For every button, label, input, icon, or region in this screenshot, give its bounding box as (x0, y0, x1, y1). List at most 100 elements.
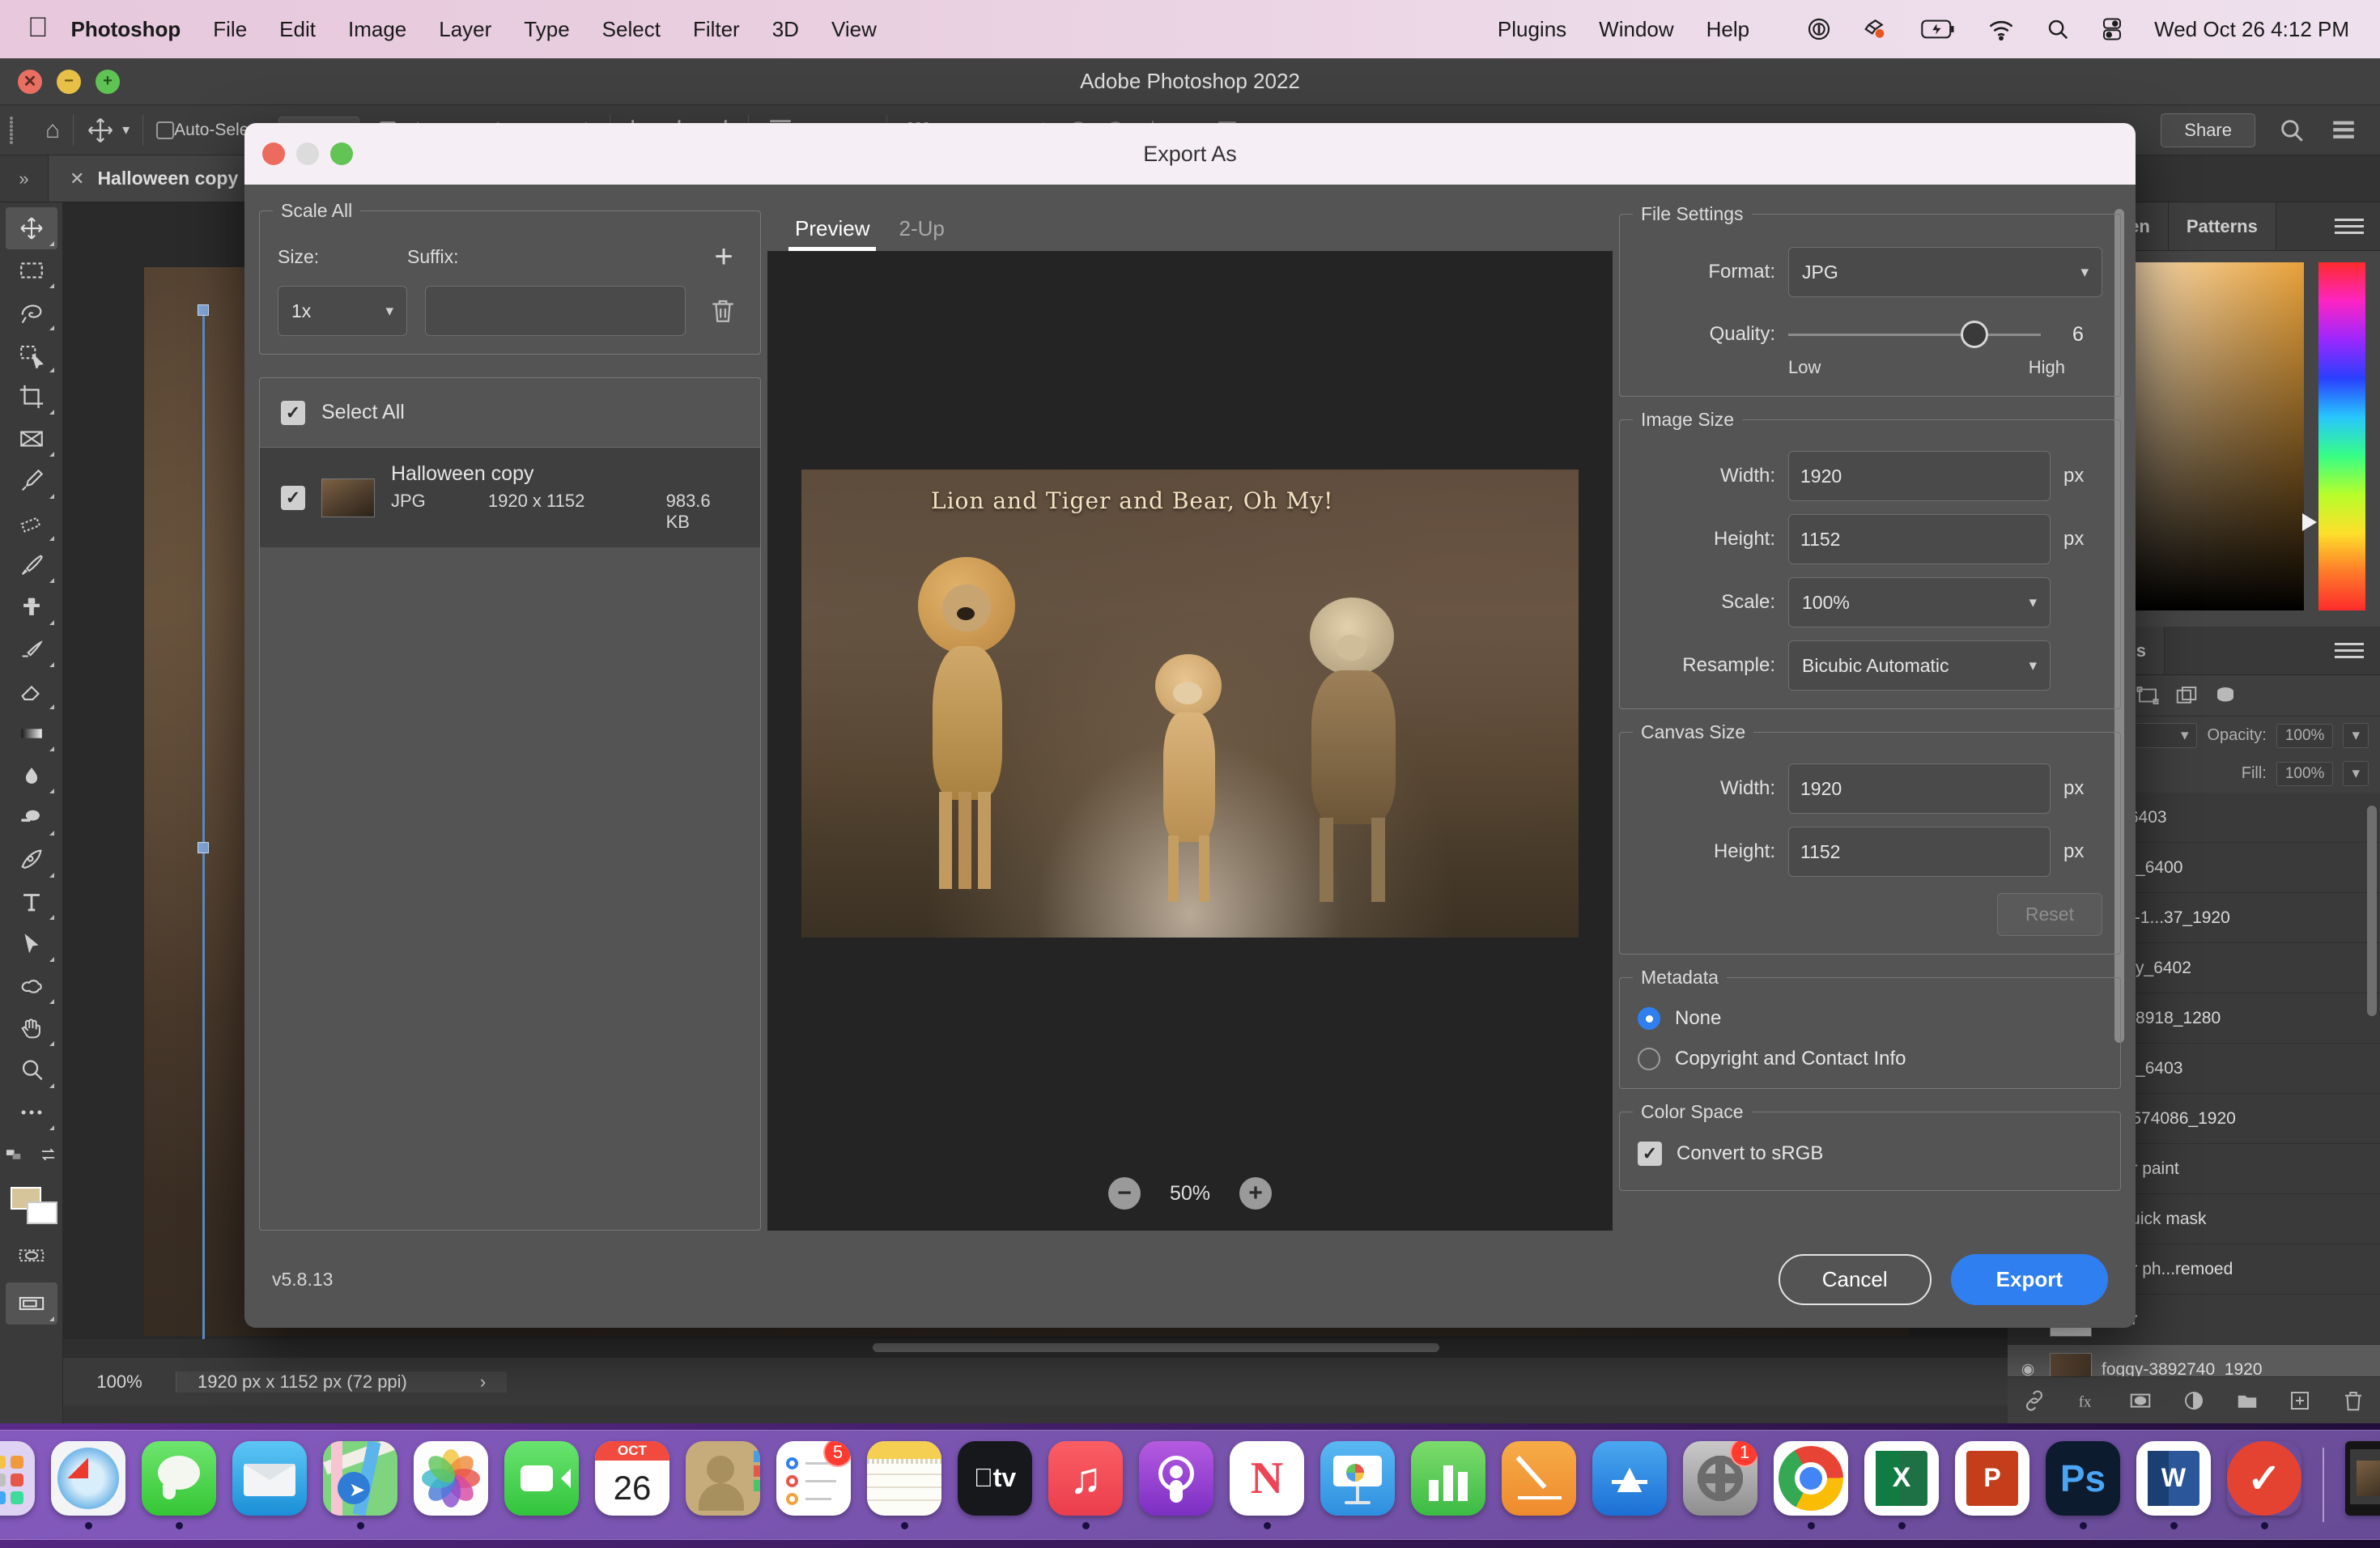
cancel-button[interactable]: Cancel (1778, 1253, 1932, 1305)
filter-shape-icon[interactable] (2136, 683, 2160, 708)
dock-item-mail[interactable] (227, 1440, 312, 1529)
hue-slider[interactable] (2302, 262, 2365, 610)
dock-item-facetime[interactable] (499, 1440, 584, 1529)
excel-icon[interactable]: X (1864, 1440, 1939, 1516)
default-colors-icon[interactable] (6, 1141, 24, 1168)
trash-icon[interactable] (703, 296, 742, 325)
dock-item-system-preferences[interactable]: 1 (1678, 1440, 1762, 1529)
photoshop-icon[interactable]: Ps (2046, 1440, 2120, 1516)
convert-srgb-row[interactable]: ✓ Convert to sRGB (1638, 1142, 2102, 1166)
metadata-option-copyright[interactable]: Copyright and Contact Info (1638, 1048, 2102, 1070)
radio-none-icon[interactable] (1638, 1007, 1660, 1030)
mail-icon[interactable] (232, 1440, 307, 1516)
preview-stage[interactable]: Lion and Tiger and Bear, Oh My! (767, 251, 1613, 1156)
menu-window[interactable]: Window (1599, 17, 1673, 42)
music-icon[interactable]: ♫ (1048, 1440, 1123, 1516)
tab-2up[interactable]: 2-Up (884, 216, 958, 251)
dock-item-contacts[interactable] (681, 1440, 765, 1529)
powerpoint-icon[interactable]: P (1955, 1440, 2029, 1516)
menu-select[interactable]: Select (602, 17, 661, 42)
brush-tool[interactable] (6, 544, 57, 586)
export-button[interactable]: Export (1950, 1253, 2108, 1305)
dock-item-excel[interactable]: X (1859, 1440, 1944, 1529)
dock-item-numbers[interactable] (1406, 1440, 1490, 1529)
status-document-dimensions[interactable]: 1920 px x 1152 px (72 ppi) › (176, 1371, 508, 1393)
select-all-checkbox[interactable]: ✓ (281, 400, 305, 425)
panel-tab-patterns[interactable]: Patterns (2168, 202, 2276, 250)
format-dropdown[interactable]: JPG ▾ (1788, 247, 2102, 297)
maps-icon[interactable]: ➤ (323, 1440, 397, 1516)
layers-scrollbar[interactable] (2367, 806, 2377, 1016)
system-preferences-icon[interactable]: 1 (1683, 1440, 1757, 1516)
menu-plugins[interactable]: Plugins (1498, 17, 1566, 42)
layers-panel-menu-icon[interactable] (2318, 627, 2380, 674)
screen-mode-tool[interactable] (5, 1282, 57, 1325)
chrome-icon[interactable] (1774, 1440, 1848, 1516)
shape-tool[interactable] (6, 965, 57, 1007)
clone-stamp-tool[interactable] (6, 586, 57, 628)
collapse-panels-icon[interactable]: » (0, 155, 49, 202)
dock-item-keynote[interactable] (1315, 1440, 1400, 1529)
battery-charging-icon[interactable] (1921, 18, 1957, 40)
home-icon[interactable]: ⌂ (45, 117, 60, 144)
canvas-horizontal-scrollbar[interactable] (63, 1339, 2008, 1357)
lasso-tool[interactable] (6, 291, 57, 334)
options-bar-grip[interactable] (10, 116, 32, 144)
appstore-icon[interactable]: ▲ (1592, 1440, 1667, 1516)
menu-edit[interactable]: Edit (279, 17, 316, 42)
status-zoom-level[interactable]: 100% (63, 1371, 176, 1393)
image-height-input[interactable]: 1152 (1788, 514, 2051, 564)
dock-item-messages[interactable] (137, 1440, 221, 1529)
dodge-tool[interactable] (6, 797, 57, 839)
dock-item-photoshop-window-minimized[interactable] (2340, 1440, 2380, 1529)
plus-circle-icon[interactable]: + (1239, 1177, 1273, 1210)
layer-style-fx-icon[interactable]: fx (2076, 1389, 2100, 1413)
todoist-icon[interactable]: ✓ (2227, 1440, 2301, 1516)
spot-healing-brush-tool[interactable] (6, 502, 57, 544)
news-icon[interactable]: N (1230, 1440, 1304, 1516)
hue-marker-icon[interactable] (2302, 513, 2317, 531)
dock-item-news[interactable]: N (1225, 1440, 1309, 1529)
pen-tool[interactable] (6, 839, 57, 881)
dock-item-maps[interactable]: ➤ (318, 1440, 402, 1529)
safari-icon[interactable] (51, 1440, 125, 1516)
dock-item-notes[interactable] (862, 1440, 946, 1529)
move-tool[interactable] (5, 207, 57, 249)
crop-tool[interactable] (6, 376, 57, 418)
wifi-icon[interactable] (1987, 18, 2015, 40)
scale-size-dropdown[interactable]: 1x ▾ (278, 286, 407, 336)
rectangular-marquee-tool[interactable] (6, 249, 57, 291)
filter-smart-object-icon[interactable] (2174, 683, 2199, 708)
convert-srgb-checkbox[interactable]: ✓ (1638, 1142, 1662, 1166)
radio-copyright-icon[interactable] (1638, 1048, 1660, 1070)
new-layer-icon[interactable] (2288, 1389, 2312, 1413)
frame-tool[interactable] (6, 418, 57, 460)
fill-dropdown-icon[interactable]: ▾ (2343, 761, 2369, 786)
filter-toggle-icon[interactable] (2213, 683, 2238, 708)
canvas-height-input[interactable]: 1152 (1788, 827, 2051, 877)
adjustment-layer-icon[interactable] (2182, 1389, 2206, 1413)
quick-mask-mode-tool[interactable] (6, 1234, 57, 1276)
dock-item-photos[interactable] (409, 1440, 493, 1529)
search-icon[interactable] (2278, 117, 2306, 144)
swap-colors-icon[interactable] (39, 1141, 57, 1168)
dock-item-photoshop[interactable]: Ps (2041, 1440, 2125, 1529)
word-icon[interactable]: W (2136, 1440, 2211, 1516)
document-tab-halloween-copy[interactable]: ✕ Halloween copy (49, 155, 261, 202)
layer-visibility-icon[interactable]: ◉ (2016, 1360, 2040, 1376)
delete-layer-icon[interactable] (2341, 1389, 2365, 1413)
facetime-icon[interactable] (504, 1440, 579, 1516)
object-selection-tool[interactable] (6, 334, 57, 376)
image-width-input[interactable]: 1920 (1788, 451, 2051, 501)
reset-button[interactable]: Reset (1996, 893, 2102, 936)
dock-item-music[interactable]: ♫ (1043, 1440, 1128, 1529)
dock-item-chrome[interactable] (1769, 1440, 1853, 1529)
menu-view[interactable]: View (831, 17, 877, 42)
menu-3d[interactable]: 3D (772, 17, 799, 42)
control-center-icon[interactable] (2101, 17, 2123, 41)
zoom-tool[interactable] (6, 1049, 57, 1091)
notes-icon[interactable] (867, 1440, 941, 1516)
edit-toolbar-tool[interactable] (6, 1091, 57, 1133)
export-asset-list[interactable]: ✓ Select All ✓ Halloween copy JPG 1920 x… (259, 377, 761, 1231)
apple-logo-icon[interactable]:  (28, 14, 49, 41)
